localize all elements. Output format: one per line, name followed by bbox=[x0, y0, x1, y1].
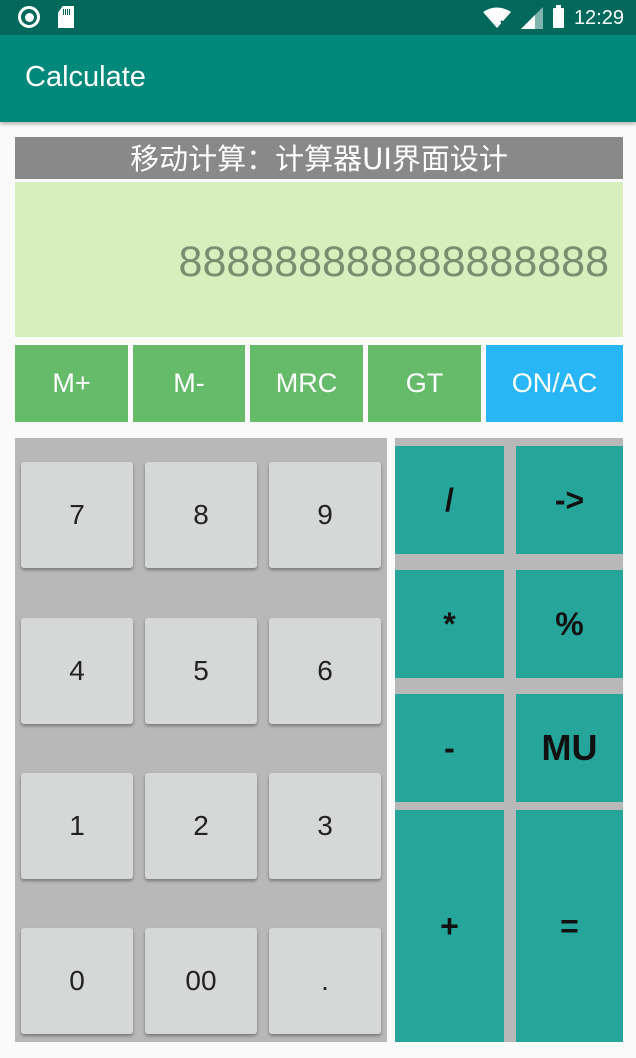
percent-button[interactable]: % bbox=[516, 570, 623, 678]
divide-button[interactable]: / bbox=[395, 446, 504, 554]
operator-pad: / -> * % - MU + = bbox=[395, 438, 623, 1042]
gt-button[interactable]: GT bbox=[368, 345, 481, 422]
multiply-button[interactable]: * bbox=[395, 570, 504, 678]
key-0[interactable]: 0 bbox=[21, 928, 133, 1034]
key-decimal[interactable]: . bbox=[269, 928, 381, 1034]
status-time: 12:29 bbox=[573, 6, 624, 29]
equals-button[interactable]: = bbox=[516, 810, 623, 1042]
status-bar: 12:29 bbox=[0, 0, 636, 35]
sd-card-icon bbox=[58, 6, 74, 28]
key-3[interactable]: 3 bbox=[269, 773, 381, 879]
wifi-icon bbox=[482, 7, 511, 28]
bottom-edge bbox=[0, 1053, 636, 1058]
m-plus-button[interactable]: M+ bbox=[15, 345, 128, 422]
key-6[interactable]: 6 bbox=[269, 618, 381, 724]
on-ac-button[interactable]: ON/AC bbox=[486, 345, 623, 422]
key-00[interactable]: 00 bbox=[145, 928, 257, 1034]
calculator-display: 888888888888888888 bbox=[15, 182, 623, 337]
sync-circle-icon bbox=[18, 6, 40, 28]
app-bar: Calculate bbox=[0, 35, 636, 122]
plus-button[interactable]: + bbox=[395, 810, 504, 1042]
key-4[interactable]: 4 bbox=[21, 618, 133, 724]
key-9[interactable]: 9 bbox=[269, 462, 381, 568]
display-value: 888888888888888888 bbox=[178, 238, 609, 286]
key-7[interactable]: 7 bbox=[21, 462, 133, 568]
number-pad: 7 8 9 4 5 6 1 2 3 0 00 . bbox=[15, 438, 387, 1042]
key-2[interactable]: 2 bbox=[145, 773, 257, 879]
battery-icon bbox=[552, 5, 564, 28]
key-5[interactable]: 5 bbox=[145, 618, 257, 724]
key-1[interactable]: 1 bbox=[21, 773, 133, 879]
signal-icon bbox=[520, 7, 543, 29]
mrc-button[interactable]: MRC bbox=[250, 345, 363, 422]
app-title: Calculate bbox=[25, 61, 146, 93]
mu-button[interactable]: MU bbox=[516, 694, 623, 802]
m-minus-button[interactable]: M- bbox=[133, 345, 245, 422]
minus-button[interactable]: - bbox=[395, 694, 504, 802]
calculator-header: 移动计算：计算器UI界面设计 bbox=[15, 137, 623, 179]
backspace-button[interactable]: -> bbox=[516, 446, 623, 554]
key-8[interactable]: 8 bbox=[145, 462, 257, 568]
